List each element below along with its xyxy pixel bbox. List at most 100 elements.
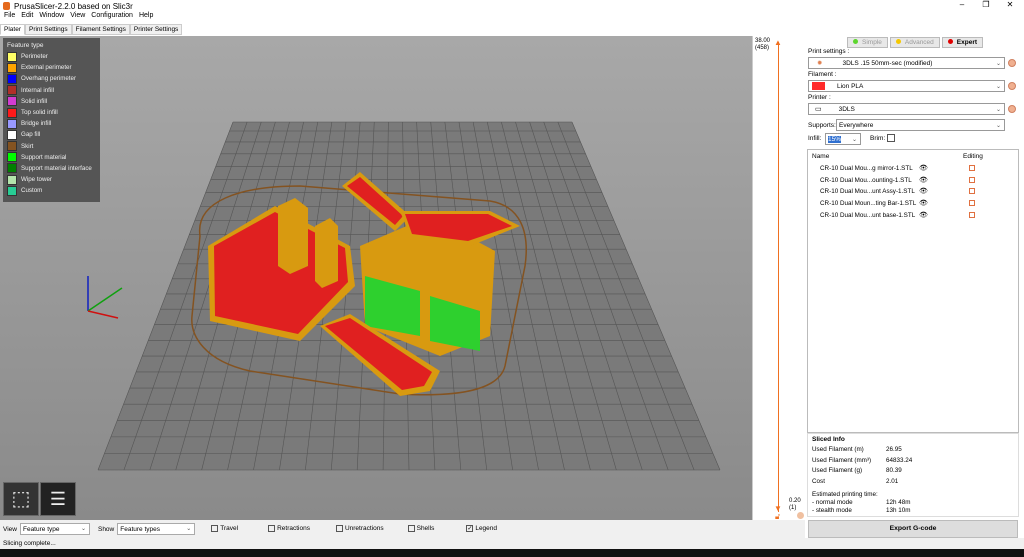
eye-icon[interactable]: 👁︎ xyxy=(919,199,928,207)
legend-label: Gap fill xyxy=(21,131,41,139)
filament-color-swatch xyxy=(812,82,825,90)
checkbox-unretractions[interactable]: Unretractions xyxy=(335,525,384,533)
mode-expert-button[interactable]: Expert xyxy=(941,37,984,48)
eye-icon[interactable]: 👁︎ xyxy=(919,187,928,195)
sidebar: Simple Advanced Expert Print settings : … xyxy=(805,36,1024,520)
legend-item: Custom xyxy=(7,185,96,196)
normal-mode-label: - normal mode xyxy=(812,499,853,506)
tab-printer-settings[interactable]: Printer Settings xyxy=(129,24,183,35)
mode-simple-button[interactable]: Simple xyxy=(847,37,888,48)
print-settings-combo[interactable]: ✹ 3DLS .15 50mm-sec (modified) ⌄ xyxy=(808,57,1005,69)
close-button[interactable]: ✕ xyxy=(998,0,1022,12)
feature-type-legend: Feature type Perimeter External perimeter… xyxy=(3,38,100,202)
legend-swatch xyxy=(7,185,17,196)
layers-view-button[interactable]: ☰ xyxy=(40,482,76,516)
info-label: Used Filament (mm³) xyxy=(812,456,872,464)
cog-icon[interactable] xyxy=(797,512,804,519)
checkbox-retractions[interactable]: Retractions xyxy=(268,525,310,533)
export-gcode-button[interactable]: Export G-code xyxy=(808,520,1018,538)
view-label: View xyxy=(3,525,17,533)
edit-settings-icon[interactable] xyxy=(969,211,975,218)
eye-icon[interactable]: 👁︎ xyxy=(919,176,928,184)
object-list-item[interactable]: CR-10 Dual Mou...ounting-1.STL xyxy=(820,177,912,184)
minimize-button[interactable]: – xyxy=(950,0,974,12)
legend-label: Custom xyxy=(21,187,43,195)
stealth-mode-label: - stealth mode xyxy=(812,507,852,514)
legend-label: Wipe tower xyxy=(21,176,52,184)
object-list-item[interactable]: CR-10 Dual Mou...g mirror-1.STL xyxy=(820,165,913,172)
slider-top-handle[interactable]: ▲ xyxy=(774,38,782,47)
legend-swatch xyxy=(7,141,17,152)
object-list-item[interactable]: CR-10 Dual Moun...ting Bar-1.STL xyxy=(820,200,916,207)
menu-help[interactable]: Help xyxy=(139,12,153,23)
print-settings-label: Print settings : xyxy=(808,48,850,55)
tab-filament-settings[interactable]: Filament Settings xyxy=(71,24,130,35)
show-label: Show xyxy=(97,525,115,533)
legend-swatch xyxy=(7,96,17,107)
legend-item: Overhang perimeter xyxy=(7,73,96,84)
tab-print-settings[interactable]: Print Settings xyxy=(24,24,72,35)
legend-swatch xyxy=(7,174,17,185)
legend-item: Support material xyxy=(7,152,96,163)
sliced-info: Sliced Info Used Filament (m) 26.95 Used F… xyxy=(807,433,1019,517)
checkbox-travel[interactable]: Travel xyxy=(211,525,238,533)
legend-label: Skirt xyxy=(21,142,34,150)
checkbox-shells[interactable]: Shells xyxy=(407,525,434,533)
legend-item: Solid infill xyxy=(7,96,96,107)
legend-item: Support material interface xyxy=(7,163,96,174)
view-select[interactable]: Feature type ⌄ xyxy=(19,523,90,535)
legend-item: Internal infill xyxy=(7,85,96,96)
legend-swatch xyxy=(7,85,17,96)
edit-settings-icon[interactable] xyxy=(969,188,975,195)
view-cube-button[interactable]: ⬚ xyxy=(3,482,39,516)
legend-swatch xyxy=(7,62,17,73)
menu-edit[interactable]: Edit xyxy=(21,12,33,23)
legend-item: Skirt xyxy=(7,141,96,152)
layer-slider[interactable]: 38.00 (458) ▲ ▼ 0.20 (1) 🔓︎ xyxy=(752,36,805,521)
tab-plater[interactable]: Plater xyxy=(0,24,25,35)
eye-icon[interactable]: 👁︎ xyxy=(919,164,928,172)
object-list: Name Editing CR-10 Dual Mou...g mirror-1… xyxy=(807,149,1019,433)
menu-window[interactable]: Window xyxy=(39,12,64,23)
column-name-header: Name xyxy=(812,153,830,160)
print-bed-scene[interactable] xyxy=(0,36,752,520)
legend-item: Perimeter xyxy=(7,51,96,62)
legend-swatch xyxy=(7,118,17,129)
printer-gear-icon[interactable] xyxy=(1008,105,1016,113)
edit-settings-icon[interactable] xyxy=(969,165,975,171)
legend-label: Perimeter xyxy=(21,53,48,61)
object-list-item[interactable]: CR-10 Dual Mou...unt Assy-1.STL xyxy=(820,188,915,195)
mode-advanced-button[interactable]: Advanced xyxy=(889,37,940,48)
menu-view[interactable]: View xyxy=(70,12,85,23)
infill-combo[interactable]: 15% ⌄ xyxy=(825,133,861,145)
legend-swatch xyxy=(7,163,17,174)
legend-item: Bridge infill xyxy=(7,118,96,129)
show-select[interactable]: Feature types ⌄ xyxy=(117,523,196,535)
menu-file[interactable]: File xyxy=(4,12,15,23)
object-list-item[interactable]: CR-10 Dual Mou...unt base-1.STL xyxy=(820,212,915,219)
filament-combo[interactable]: Lion PLA ⌄ xyxy=(808,80,1005,92)
app-logo-icon xyxy=(3,2,10,10)
info-label: Used Filament (m) xyxy=(812,446,864,453)
slider-top-layer: (458) xyxy=(755,45,770,51)
edit-settings-icon[interactable] xyxy=(969,200,975,207)
maximize-button[interactable]: ❐ xyxy=(974,0,998,12)
eye-icon[interactable]: 👁︎ xyxy=(919,211,928,219)
preview-toolbar: View Feature type ⌄ Show Feature types ⌄ T… xyxy=(0,520,805,538)
brim-label: Brim: xyxy=(870,135,886,142)
print-settings-gear-icon[interactable] xyxy=(1008,59,1016,67)
edit-settings-icon[interactable] xyxy=(969,176,975,183)
slider-track[interactable] xyxy=(778,42,779,512)
window-title: PrusaSlicer-2.2.0 based on Slic3r xyxy=(14,1,133,11)
menu-configuration[interactable]: Configuration xyxy=(91,12,133,23)
supports-combo[interactable]: Everywhere ⌄ xyxy=(836,119,1005,131)
3d-preview-canvas[interactable]: Feature type Perimeter External perimeter… xyxy=(0,36,752,520)
taskbar xyxy=(0,549,1024,557)
printer-combo[interactable]: ▭ 3DLS ⌄ xyxy=(808,103,1005,115)
legend-swatch xyxy=(7,152,17,163)
title-bar: PrusaSlicer-2.2.0 based on Slic3r – ❐ ✕ xyxy=(0,0,1024,12)
brim-checkbox[interactable] xyxy=(887,134,895,142)
filament-gear-icon[interactable] xyxy=(1008,82,1016,90)
printer-icon: ▭ xyxy=(815,106,822,113)
checkbox-legend[interactable]: ✓ Legend xyxy=(466,525,497,533)
